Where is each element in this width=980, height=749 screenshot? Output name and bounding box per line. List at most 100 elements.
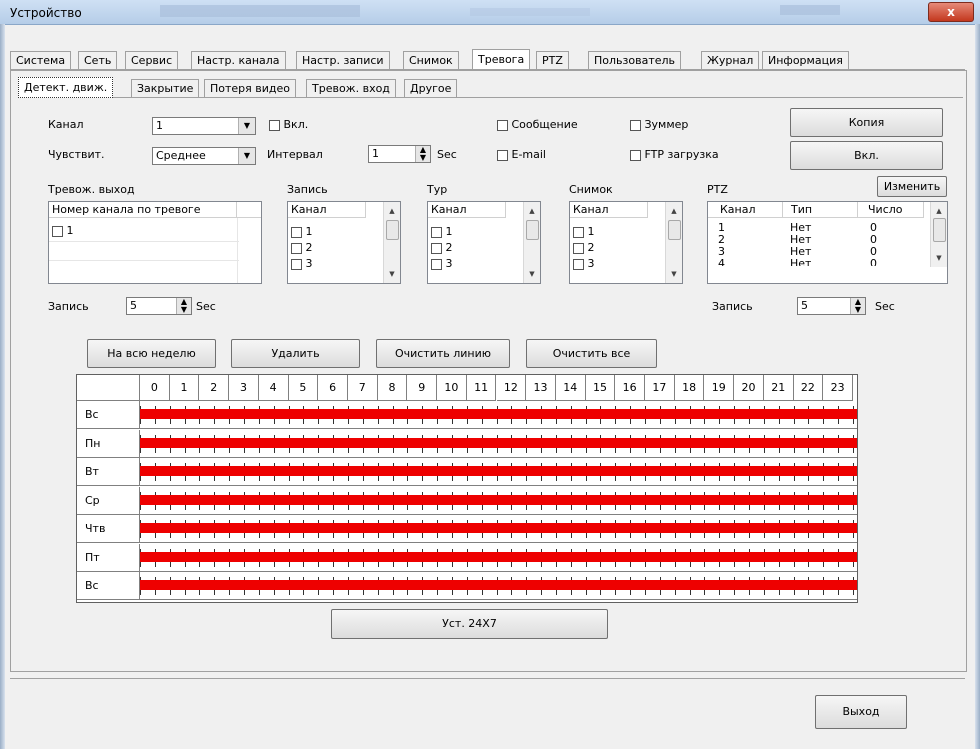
tab-info[interactable]: Информация — [762, 51, 849, 69]
list-item[interactable]: 3 — [431, 257, 453, 270]
schedule-bar[interactable] — [140, 409, 857, 419]
ptz-scrollbar[interactable]: ▲ ▼ — [930, 202, 947, 267]
tab-channel-settings[interactable]: Настр. канала — [191, 51, 286, 69]
scroll-down-icon[interactable]: ▼ — [666, 267, 682, 281]
subtab-video-loss[interactable]: Потеря видео — [204, 79, 297, 97]
chevron-down-icon[interactable]: ▼ — [238, 118, 255, 134]
schedule-grid[interactable]: 0 1 2 3 4 5 6 7 8 9 10 11 12 13 14 15 16 17 18 19 20 21 22 23 В… — [76, 374, 858, 603]
snapshot-scrollbar[interactable]: ▲ ▼ — [665, 202, 682, 283]
checkbox-icon[interactable] — [291, 242, 302, 254]
record-delay-spinner[interactable]: 5 ▲ ▼ — [126, 297, 192, 315]
scroll-down-icon[interactable]: ▼ — [931, 251, 947, 265]
day-schedule-row[interactable] — [140, 487, 857, 515]
list-item[interactable]: 1 — [291, 225, 313, 238]
day-schedule-row[interactable] — [140, 515, 857, 543]
record-list[interactable]: Канал 1 2 3 ▲ ▼ — [287, 201, 401, 284]
list-item[interactable]: 2 — [573, 241, 595, 254]
scroll-thumb[interactable] — [526, 220, 539, 240]
tab-alarm[interactable]: Тревога — [472, 49, 531, 69]
schedule-bar[interactable] — [140, 580, 857, 590]
spinner-arrows-icon[interactable]: ▲ ▼ — [415, 146, 430, 162]
ptz-record-delay-spinner[interactable]: 5 ▲ ▼ — [797, 297, 866, 315]
checkbox-icon[interactable] — [431, 226, 442, 238]
scroll-down-icon[interactable]: ▼ — [384, 267, 400, 281]
checkbox-icon[interactable] — [497, 149, 508, 161]
email-checkbox[interactable]: E-mail — [497, 148, 546, 161]
subtab-cover[interactable]: Закрытие — [131, 79, 200, 97]
tab-log[interactable]: Журнал — [701, 51, 760, 69]
checkbox-icon[interactable] — [291, 226, 302, 238]
tab-snapshot[interactable]: Снимок — [403, 51, 459, 69]
scroll-up-icon[interactable]: ▲ — [931, 204, 947, 218]
tab-user[interactable]: Пользователь — [588, 51, 682, 69]
list-item[interactable]: 3 — [573, 257, 595, 270]
tour-list[interactable]: Канал 1 2 3 ▲ ▼ — [427, 201, 541, 284]
scroll-up-icon[interactable]: ▲ — [384, 204, 400, 218]
checkbox-icon[interactable] — [573, 242, 584, 254]
exit-button[interactable]: Выход — [815, 695, 907, 729]
buzzer-checkbox[interactable]: Зуммер — [630, 118, 688, 131]
tab-service[interactable]: Сервис — [125, 51, 179, 69]
set-24x7-button[interactable]: Уст. 24Х7 — [331, 609, 608, 639]
day-schedule-row[interactable] — [140, 572, 857, 600]
interval-spinner[interactable]: 1 ▲ ▼ — [368, 145, 431, 163]
enable-button[interactable]: Вкл. — [790, 141, 943, 170]
day-schedule-row[interactable] — [140, 430, 857, 458]
checkbox-icon[interactable] — [431, 258, 442, 270]
change-button[interactable]: Изменить — [877, 176, 947, 197]
scroll-thumb[interactable] — [668, 220, 681, 240]
spinner-arrows-icon[interactable]: ▲ ▼ — [850, 298, 865, 314]
close-button[interactable]: x — [928, 2, 974, 22]
sensitivity-select[interactable]: Среднее ▼ — [152, 147, 256, 165]
list-item[interactable]: 2 — [291, 241, 313, 254]
checkbox-icon[interactable] — [573, 226, 584, 238]
scroll-up-icon[interactable]: ▲ — [666, 204, 682, 218]
copy-button[interactable]: Копия — [790, 108, 943, 137]
message-checkbox[interactable]: Сообщение — [497, 118, 578, 131]
snapshot-list[interactable]: Канал 1 2 3 ▲ ▼ — [569, 201, 683, 284]
checkbox-icon[interactable] — [269, 119, 280, 131]
checkbox-icon[interactable] — [431, 242, 442, 254]
delete-button[interactable]: Удалить — [231, 339, 360, 368]
chevron-down-icon[interactable]: ▼ — [238, 148, 255, 164]
checkbox-icon[interactable] — [291, 258, 302, 270]
checkbox-icon[interactable] — [52, 225, 63, 237]
list-item[interactable]: 2 — [431, 241, 453, 254]
tab-record-settings[interactable]: Настр. записи — [296, 51, 390, 69]
ftp-checkbox[interactable]: FTP загрузка — [630, 148, 719, 161]
schedule-bar[interactable] — [140, 437, 857, 448]
list-item[interactable]: 3 — [291, 257, 313, 270]
list-item[interactable]: 1 — [52, 224, 74, 237]
scroll-thumb[interactable] — [386, 220, 399, 240]
scroll-thumb[interactable] — [933, 218, 946, 242]
enable-checkbox[interactable]: Вкл. — [269, 118, 308, 131]
day-schedule-row[interactable] — [140, 458, 857, 486]
day-schedule-row[interactable] — [140, 544, 857, 572]
schedule-bar[interactable] — [140, 466, 857, 476]
whole-week-button[interactable]: На всю неделю — [87, 339, 216, 368]
day-schedule-row[interactable] — [140, 401, 857, 429]
checkbox-icon[interactable] — [497, 119, 508, 131]
schedule-bar[interactable] — [140, 551, 857, 562]
tab-ptz[interactable]: PTZ — [536, 51, 569, 69]
list-item[interactable]: 1 — [431, 225, 453, 238]
tab-network[interactable]: Сеть — [78, 51, 118, 69]
subtab-motion[interactable]: Детект. движ. — [18, 77, 114, 98]
clear-line-button[interactable]: Очистить линию — [376, 339, 510, 368]
subtab-other[interactable]: Другое — [404, 79, 458, 97]
spinner-arrows-icon[interactable]: ▲ ▼ — [176, 298, 191, 314]
subtab-alarm-in[interactable]: Тревож. вход — [306, 79, 396, 97]
record-scrollbar[interactable]: ▲ ▼ — [383, 202, 400, 283]
scroll-down-icon[interactable]: ▼ — [524, 267, 540, 281]
checkbox-icon[interactable] — [630, 149, 641, 161]
alarm-out-list[interactable]: Номер канала по тревоге 1 — [48, 201, 262, 284]
schedule-bar[interactable] — [140, 494, 857, 505]
clear-all-button[interactable]: Очистить все — [526, 339, 657, 368]
channel-select[interactable]: 1 ▼ — [152, 117, 256, 135]
scroll-up-icon[interactable]: ▲ — [524, 204, 540, 218]
ptz-list[interactable]: Канал Тип Число 1 Нет 0 2 Нет 0 3 Нет 0 … — [707, 201, 948, 284]
tour-scrollbar[interactable]: ▲ ▼ — [523, 202, 540, 283]
schedule-bar[interactable] — [140, 523, 857, 533]
tab-system[interactable]: Система — [10, 51, 72, 69]
list-item[interactable]: 1 — [573, 225, 595, 238]
